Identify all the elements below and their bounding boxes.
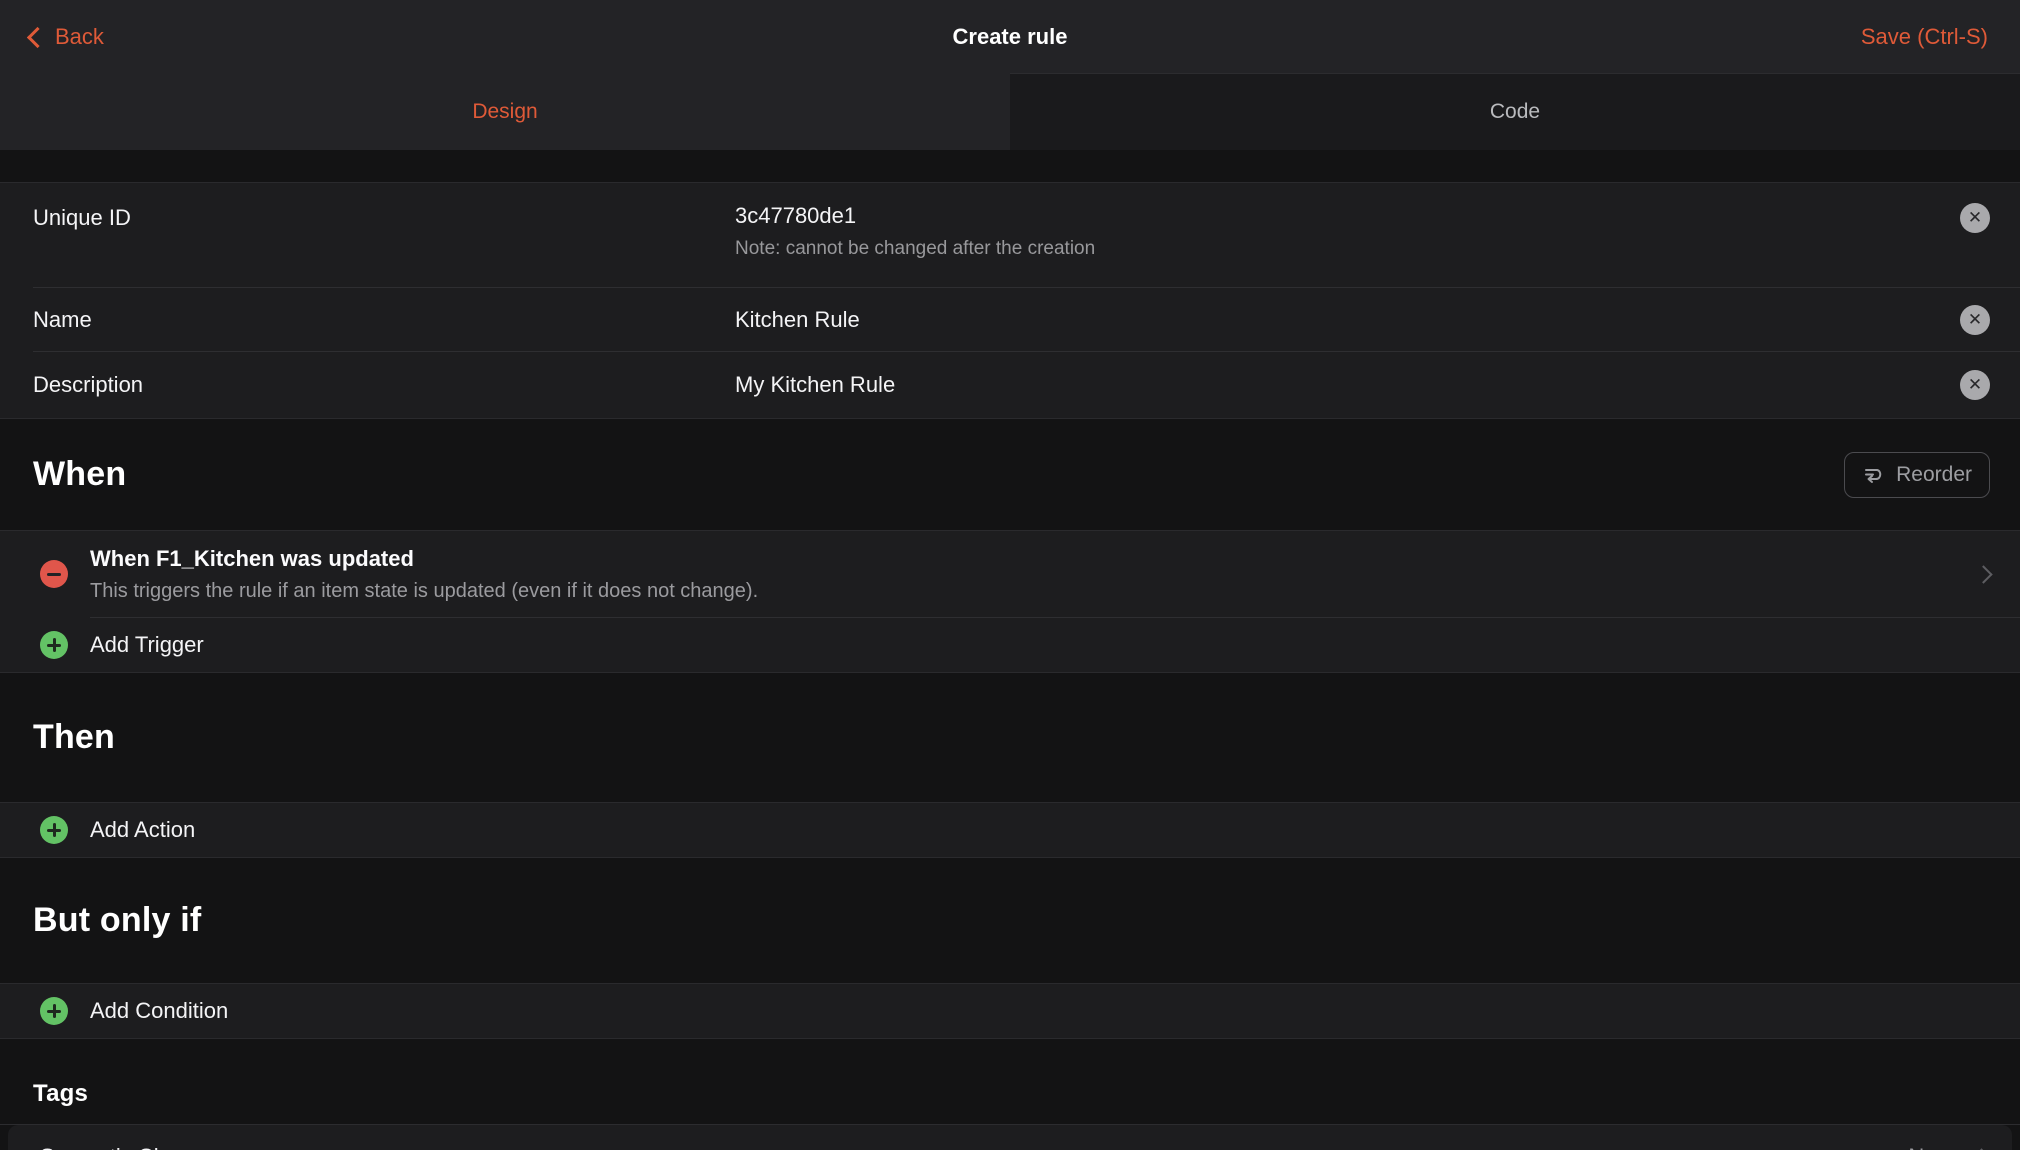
rule-form-list: Unique ID 3c47780de1 Note: cannot be cha… bbox=[0, 182, 2020, 419]
chevron-left-icon bbox=[27, 26, 48, 47]
name-value[interactable]: Kitchen Rule bbox=[735, 307, 1944, 333]
semantic-class-label: Semantic Class bbox=[40, 1144, 193, 1150]
semantic-class-value: None bbox=[1908, 1144, 1961, 1150]
field-label: Unique ID bbox=[33, 205, 735, 231]
add-condition-label: Add Condition bbox=[90, 998, 228, 1024]
clear-name-button[interactable]: ✕ bbox=[1960, 305, 1990, 335]
trigger-title: When F1_Kitchen was updated bbox=[90, 546, 758, 572]
trigger-list: When F1_Kitchen was updated This trigger… bbox=[0, 530, 2020, 673]
save-button[interactable]: Save (Ctrl-S) bbox=[1861, 24, 1988, 50]
add-trigger-label: Add Trigger bbox=[90, 632, 204, 658]
trigger-text: When F1_Kitchen was updated This trigger… bbox=[90, 546, 758, 603]
back-label: Back bbox=[55, 24, 104, 50]
description-value[interactable]: My Kitchen Rule bbox=[735, 372, 1944, 398]
clear-unique-id-button[interactable]: ✕ bbox=[1960, 203, 1990, 233]
tab-code[interactable]: Code bbox=[1010, 73, 2020, 150]
field-value-wrap: Kitchen Rule bbox=[735, 307, 1944, 333]
then-heading: Then bbox=[33, 718, 115, 757]
action-list: Add Action bbox=[0, 802, 2020, 858]
field-value-wrap: My Kitchen Rule bbox=[735, 372, 1944, 398]
when-heading: When bbox=[33, 455, 126, 494]
field-label: Name bbox=[33, 307, 735, 333]
condition-list: Add Condition bbox=[0, 983, 2020, 1039]
add-condition-button[interactable]: Add Condition bbox=[0, 984, 2020, 1038]
semantic-class-value-wrap: None bbox=[1908, 1144, 1988, 1150]
semantic-class-row[interactable]: Semantic Class None bbox=[8, 1125, 2012, 1150]
plus-circle-icon bbox=[40, 816, 68, 844]
tab-design[interactable]: Design bbox=[0, 73, 1010, 150]
field-label: Description bbox=[33, 372, 735, 398]
add-action-button[interactable]: Add Action bbox=[0, 803, 2020, 857]
chevron-right-icon bbox=[1974, 565, 1992, 583]
field-description[interactable]: Description My Kitchen Rule ✕ bbox=[0, 352, 2020, 418]
reorder-button[interactable]: Reorder bbox=[1844, 452, 1990, 498]
back-button[interactable]: Back bbox=[30, 24, 104, 50]
circle-x-icon: ✕ bbox=[1968, 208, 1982, 228]
unique-id-note: Note: cannot be changed after the creati… bbox=[735, 238, 1944, 260]
add-action-label: Add Action bbox=[90, 817, 195, 843]
reorder-icon bbox=[1862, 466, 1884, 484]
spacer bbox=[0, 150, 2020, 182]
section-when: When Reorder bbox=[0, 419, 2020, 530]
trigger-item[interactable]: When F1_Kitchen was updated This trigger… bbox=[0, 531, 2020, 617]
minus-circle-icon[interactable] bbox=[40, 560, 68, 588]
plus-circle-icon bbox=[40, 997, 68, 1025]
add-trigger-button[interactable]: Add Trigger bbox=[0, 618, 2020, 672]
tab-code-label: Code bbox=[1490, 100, 1540, 124]
section-then: Then bbox=[0, 673, 2020, 802]
field-name[interactable]: Name Kitchen Rule ✕ bbox=[0, 288, 2020, 351]
section-but-only-if: But only if bbox=[0, 858, 2020, 983]
semantic-card: Semantic Class None bbox=[8, 1125, 2012, 1150]
tags-heading: Tags bbox=[33, 1080, 88, 1108]
navbar: Back Create rule Save (Ctrl-S) bbox=[0, 0, 2020, 73]
plus-circle-icon bbox=[40, 631, 68, 659]
field-value-wrap: 3c47780de1 Note: cannot be changed after… bbox=[735, 203, 1944, 260]
section-tags: Tags bbox=[0, 1039, 2020, 1125]
tab-design-label: Design bbox=[472, 100, 537, 124]
circle-x-icon: ✕ bbox=[1968, 310, 1982, 330]
trigger-subtitle: This triggers the rule if an item state … bbox=[90, 580, 758, 603]
unique-id-value[interactable]: 3c47780de1 bbox=[735, 203, 1944, 229]
field-unique-id[interactable]: Unique ID 3c47780de1 Note: cannot be cha… bbox=[0, 183, 2020, 287]
create-rule-screen: Back Create rule Save (Ctrl-S) Design Co… bbox=[0, 0, 2020, 1150]
but-only-if-heading: But only if bbox=[33, 901, 201, 940]
reorder-label: Reorder bbox=[1896, 463, 1972, 487]
page-title: Create rule bbox=[0, 24, 2020, 50]
circle-x-icon: ✕ bbox=[1968, 375, 1982, 395]
tab-bar: Design Code bbox=[0, 73, 2020, 150]
clear-description-button[interactable]: ✕ bbox=[1960, 370, 1990, 400]
